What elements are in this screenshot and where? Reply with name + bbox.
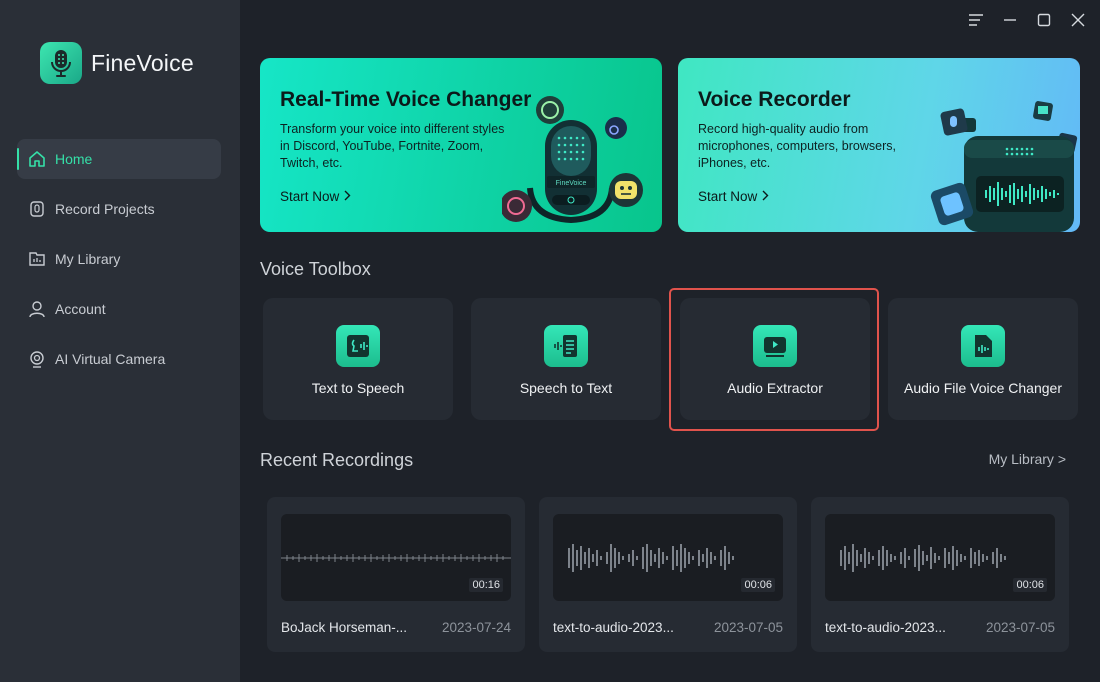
tool-label: Audio File Voice Changer xyxy=(904,380,1062,396)
audio-extractor-icon xyxy=(753,325,797,367)
sidebar-item-label: Record Projects xyxy=(55,201,155,217)
sidebar: FineVoice Home Record Projects My Librar… xyxy=(0,0,240,682)
audio-file-voice-changer-tool[interactable]: Audio File Voice Changer xyxy=(888,298,1078,420)
banner-title: Voice Recorder xyxy=(698,88,851,111)
recorder-illustration-icon xyxy=(930,101,1078,232)
recording-card[interactable]: 00:16 BoJack Horseman-... 2023-07-24 xyxy=(267,497,525,652)
app-name: FineVoice xyxy=(91,49,194,76)
library-icon xyxy=(27,249,47,269)
recording-name: BoJack Horseman-... xyxy=(281,620,408,635)
app-logo: FineVoice xyxy=(40,42,194,84)
banner-description: Transform your voice into different styl… xyxy=(280,122,505,170)
start-now-link[interactable]: Start Now xyxy=(280,189,351,204)
record-projects-icon xyxy=(27,199,47,219)
waveform-thumbnail: 00:06 xyxy=(825,514,1055,601)
recording-card[interactable]: 00:06 text-to-audio-2023... 2023-07-05 xyxy=(539,497,797,652)
voice-recorder-banner[interactable]: Voice Recorder Record high-quality audio… xyxy=(678,58,1080,232)
start-now-label: Start Now xyxy=(698,189,758,204)
text-to-speech-icon xyxy=(336,325,380,367)
close-icon[interactable] xyxy=(1068,10,1088,30)
start-now-link[interactable]: Start Now xyxy=(698,189,769,204)
my-library-link[interactable]: My Library > xyxy=(989,451,1066,467)
sidebar-item-label: My Library xyxy=(55,251,121,267)
sidebar-item-account[interactable]: Account xyxy=(17,289,221,329)
duration-badge: 00:16 xyxy=(469,578,503,592)
recording-date: 2023-07-05 xyxy=(985,620,1055,635)
sidebar-item-label: AI Virtual Camera xyxy=(55,351,166,367)
waveform-thumbnail: 00:06 xyxy=(553,514,783,601)
text-to-speech-tool[interactable]: Text to Speech xyxy=(263,298,453,420)
tool-label: Text to Speech xyxy=(311,380,405,396)
sidebar-item-record-projects[interactable]: Record Projects xyxy=(17,189,221,229)
home-icon xyxy=(27,149,47,169)
duration-badge: 00:06 xyxy=(741,578,775,592)
camera-icon xyxy=(27,349,47,369)
speech-to-text-icon xyxy=(544,325,588,367)
sidebar-item-my-library[interactable]: My Library xyxy=(17,239,221,279)
recording-name: text-to-audio-2023... xyxy=(553,620,674,635)
microphone-illustration-icon: FineVoice xyxy=(502,96,643,224)
sidebar-nav: Home Record Projects My Library Account … xyxy=(17,139,221,389)
tool-label: Speech to Text xyxy=(519,380,613,396)
sidebar-item-home[interactable]: Home xyxy=(17,139,221,179)
banner-art-label: FineVoice xyxy=(556,180,587,187)
audio-file-voice-changer-icon xyxy=(961,325,1005,367)
tool-label: Audio Extractor xyxy=(727,380,823,396)
minimize-icon[interactable] xyxy=(1000,10,1020,30)
microphone-logo-icon xyxy=(40,42,82,84)
recording-name: text-to-audio-2023... xyxy=(825,620,946,635)
menu-icon[interactable] xyxy=(966,10,986,30)
waveform-thumbnail: 00:16 xyxy=(281,514,511,601)
recording-date: 2023-07-24 xyxy=(441,620,511,635)
sidebar-item-label: Account xyxy=(55,301,106,317)
sidebar-item-label: Home xyxy=(55,151,93,167)
maximize-icon[interactable] xyxy=(1034,10,1054,30)
chevron-right-icon xyxy=(344,189,351,204)
duration-badge: 00:06 xyxy=(1013,578,1047,592)
sidebar-item-ai-virtual-camera[interactable]: AI Virtual Camera xyxy=(17,339,221,379)
audio-extractor-tool[interactable]: Audio Extractor xyxy=(680,298,870,420)
real-time-voice-changer-banner[interactable]: Real-Time Voice Changer Transform your v… xyxy=(260,58,662,232)
recent-recordings-title: Recent Recordings xyxy=(260,450,414,470)
account-icon xyxy=(27,299,47,319)
speech-to-text-tool[interactable]: Speech to Text xyxy=(471,298,661,420)
banner-description: Record high-quality audio from microphon… xyxy=(698,122,896,170)
chevron-right-icon xyxy=(762,189,769,204)
window-controls xyxy=(966,10,1088,30)
recording-date: 2023-07-05 xyxy=(713,620,783,635)
recording-card[interactable]: 00:06 text-to-audio-2023... 2023-07-05 xyxy=(811,497,1069,652)
start-now-label: Start Now xyxy=(280,189,340,204)
voice-toolbox-title: Voice Toolbox xyxy=(260,259,371,279)
banner-title: Real-Time Voice Changer xyxy=(280,88,532,111)
